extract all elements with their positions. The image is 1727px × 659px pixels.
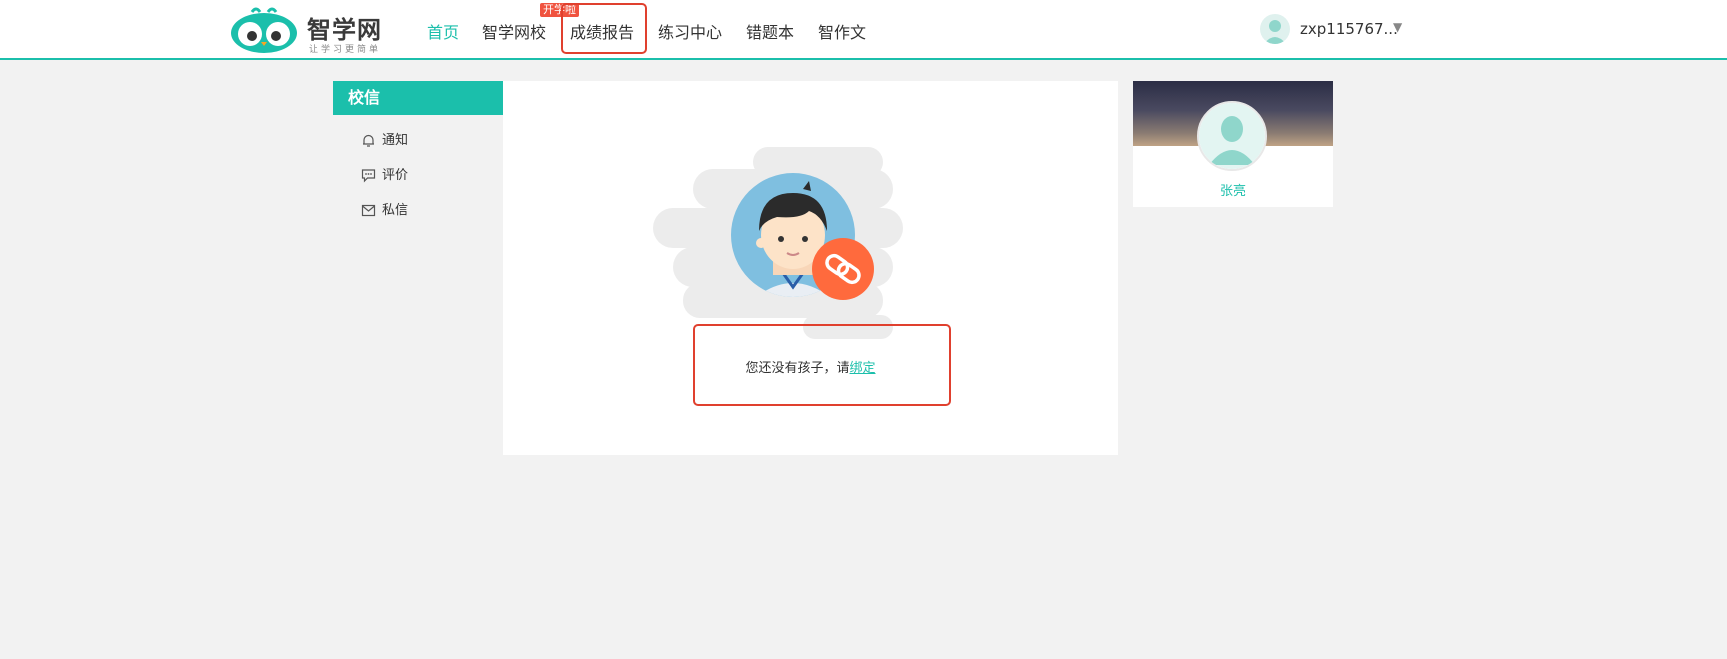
sidebar-item-label: 私信 — [382, 203, 409, 218]
score-report-highlight — [561, 3, 647, 54]
site-logo[interactable]: 智学网 让学习更简单 — [230, 4, 400, 55]
profile-avatar-icon[interactable] — [1197, 101, 1267, 171]
main-content-card: 您还没有孩子，请绑定 — [503, 81, 1118, 455]
nav-item-mistake-book[interactable]: 错题本 — [746, 19, 794, 43]
caret-down-icon[interactable]: ▼ — [1393, 20, 1402, 34]
mail-icon — [361, 204, 376, 217]
bell-icon — [363, 134, 374, 147]
logo-slogan: 让学习更简单 — [309, 45, 382, 55]
message-sidebar: 校信 通知 评价 私信 — [333, 81, 503, 228]
profile-name[interactable]: 张亮 — [1133, 180, 1333, 199]
owl-logo-icon — [231, 7, 297, 53]
comment-icon — [361, 169, 376, 183]
link-icon — [812, 238, 874, 300]
sidebar-title: 校信 — [333, 81, 503, 115]
sidebar-item-private-message[interactable]: 私信 — [333, 193, 503, 228]
nav-item-smart-essay[interactable]: 智作文 — [818, 19, 866, 43]
sidebar-item-label: 通知 — [382, 133, 409, 148]
nav-item-home[interactable]: 首页 — [427, 19, 459, 43]
no-child-illustration — [653, 147, 903, 339]
top-header: 智学网 让学习更简单 首页 智学网校 成绩报告 练习中心 错题本 智作文 开学啦… — [0, 0, 1727, 60]
user-avatar-icon[interactable] — [1260, 14, 1290, 44]
user-name[interactable]: zxp115767... — [1300, 20, 1398, 38]
nav-item-online-school[interactable]: 智学网校 — [482, 19, 546, 43]
sidebar-item-notice[interactable]: 通知 — [333, 123, 503, 158]
empty-message-highlight — [693, 324, 951, 406]
profile-card: 张亮 — [1133, 81, 1333, 207]
logo-title: 智学网 — [307, 16, 382, 44]
nav-item-practice-center[interactable]: 练习中心 — [658, 19, 722, 43]
sidebar-item-evaluation[interactable]: 评价 — [333, 158, 503, 193]
sidebar-item-label: 评价 — [382, 168, 409, 183]
